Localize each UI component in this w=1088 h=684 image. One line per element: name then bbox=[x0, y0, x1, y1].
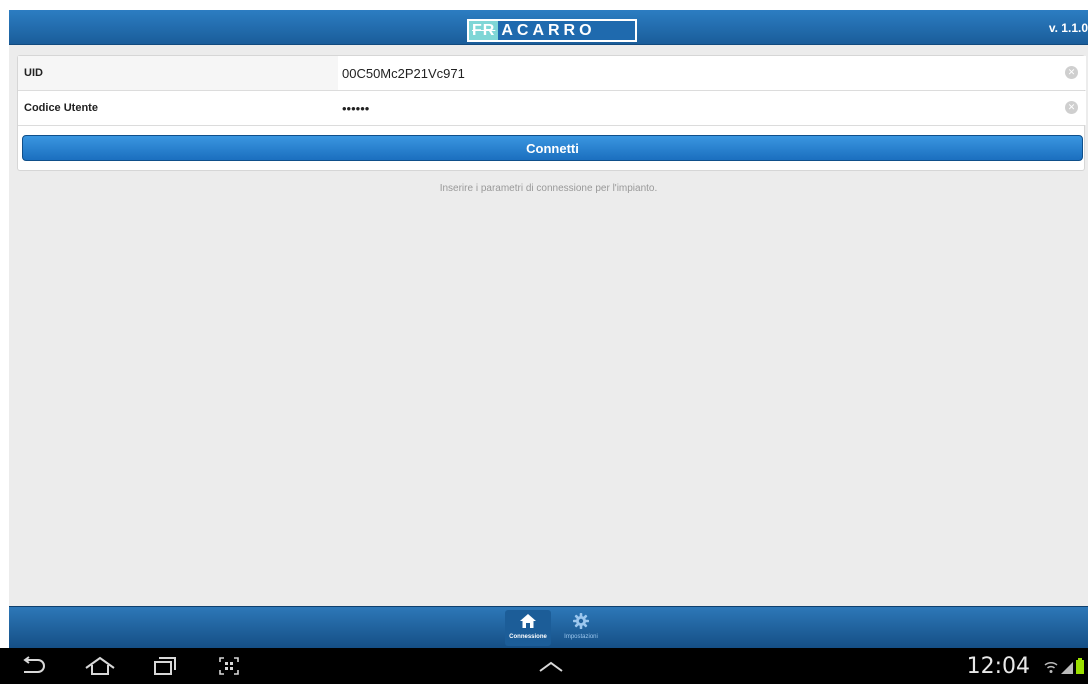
logo-fr-mark: FR bbox=[469, 21, 499, 40]
connection-hint: Inserire i parametri di connessione per … bbox=[439, 183, 658, 194]
screenshot-icon[interactable] bbox=[218, 656, 240, 681]
tab-impostazioni-label: Impostazioni bbox=[564, 634, 598, 640]
clear-user-code-icon[interactable]: ✕ bbox=[1065, 101, 1078, 114]
uid-row: UID 00C50Mc2P21Vc971 ✕ bbox=[18, 56, 1086, 91]
user-code-value: •••••• bbox=[342, 101, 370, 116]
version-label: v. 1.1.0 bbox=[1048, 21, 1088, 35]
uid-value: 00C50Mc2P21Vc971 bbox=[342, 66, 465, 81]
user-code-row: Codice Utente •••••• ✕ bbox=[18, 91, 1086, 126]
fracarro-logo: FR ACARRO bbox=[467, 19, 637, 42]
connection-form: UID 00C50Mc2P21Vc971 ✕ Codice Utente •••… bbox=[17, 55, 1086, 171]
app-window: FR ACARRO v. 1.1.0 UID 00C50Mc2P21Vc971 … bbox=[9, 10, 1088, 648]
recent-apps-icon[interactable] bbox=[153, 656, 177, 681]
uid-field[interactable]: 00C50Mc2P21Vc971 ✕ bbox=[338, 56, 1086, 90]
clear-uid-icon[interactable]: ✕ bbox=[1065, 66, 1078, 79]
home-icon bbox=[519, 610, 537, 632]
uid-label: UID bbox=[24, 67, 43, 79]
wifi-icon bbox=[1044, 661, 1058, 673]
logo-wordmark: ACARRO bbox=[501, 21, 596, 39]
user-code-label: Codice Utente bbox=[24, 102, 98, 114]
user-code-field[interactable]: •••••• ✕ bbox=[338, 91, 1086, 125]
app-header: FR ACARRO v. 1.1.0 bbox=[9, 10, 1088, 45]
bottom-tab-bar: Connessione Impostazioni bbox=[9, 606, 1088, 648]
back-icon[interactable] bbox=[20, 656, 46, 681]
home-nav-icon[interactable] bbox=[84, 656, 116, 681]
tab-connessione[interactable]: Connessione bbox=[505, 610, 551, 646]
status-clock: 12:04 bbox=[966, 654, 1030, 679]
connect-button[interactable]: Connetti bbox=[22, 135, 1083, 161]
signal-icon bbox=[1061, 662, 1073, 674]
battery-icon bbox=[1076, 658, 1084, 674]
chevron-up-icon[interactable] bbox=[538, 660, 564, 678]
gear-icon bbox=[572, 610, 590, 632]
tab-connessione-label: Connessione bbox=[509, 634, 547, 640]
android-navigation-bar: 12:04 bbox=[0, 648, 1088, 684]
tab-impostazioni[interactable]: Impostazioni bbox=[552, 610, 610, 646]
status-icons bbox=[1044, 658, 1084, 674]
